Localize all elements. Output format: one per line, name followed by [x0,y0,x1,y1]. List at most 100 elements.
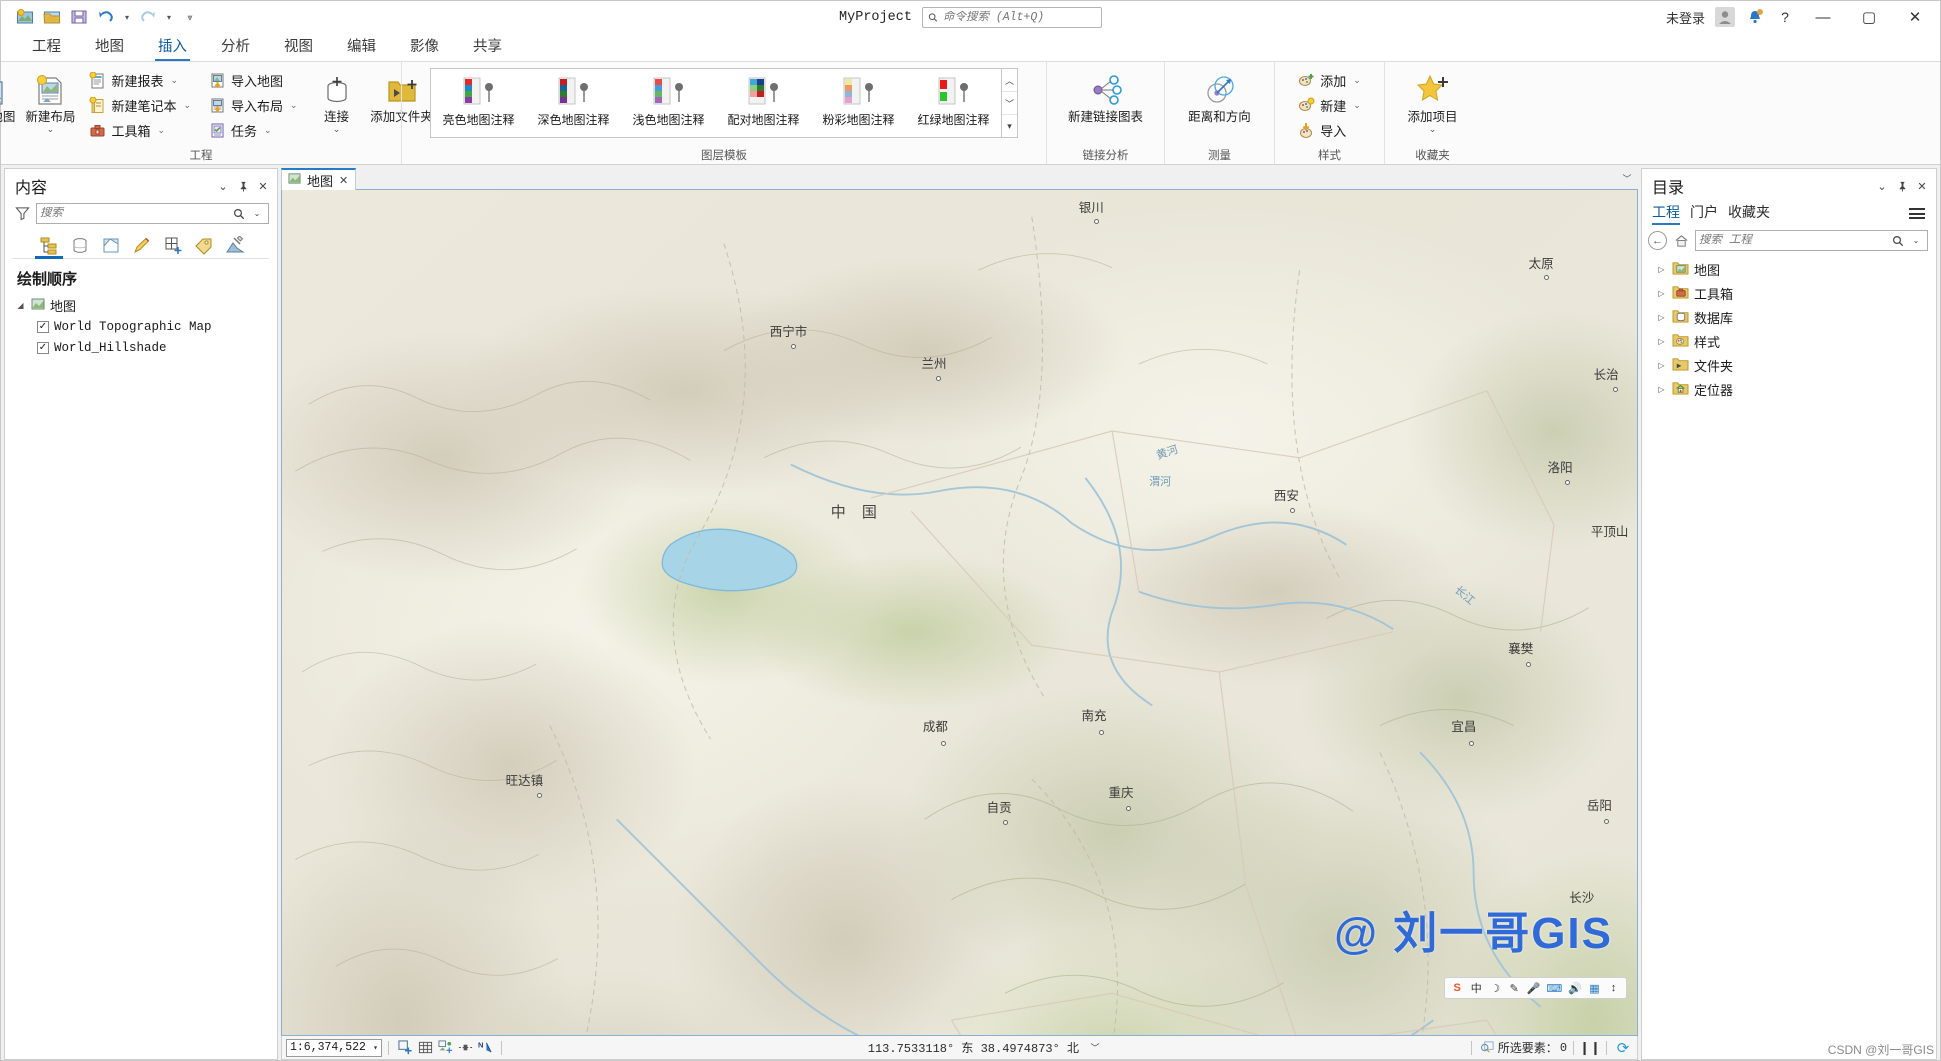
ime-mic-icon[interactable]: 🎤 [1527,982,1541,995]
north-arrow-icon[interactable]: N [475,1039,495,1057]
contents-search-input[interactable] [40,207,229,220]
toolbox-button[interactable]: 工具箱 ⌄ [85,119,195,142]
tab-bianji[interactable]: 编辑 [330,32,393,61]
new-layout-caret-icon[interactable]: ⌄ [47,125,55,134]
grid-icon[interactable] [415,1039,435,1057]
gallery-item-redgreen[interactable]: 红绿地图注释 [906,72,1001,128]
expand-chevron-icon[interactable]: ▷ [1656,289,1667,298]
connection-button[interactable]: 连接 ⌄ [312,67,362,134]
catalog-item-databases[interactable]: ▷ 数据库 [1642,305,1936,329]
minimize-button[interactable]: — [1802,2,1844,33]
catalog-search-dropdown-icon[interactable]: ⌄ [1908,233,1924,249]
catalog-item-maps[interactable]: ▷ 地图 [1642,257,1936,281]
style-new-button[interactable]: 新建 ⌄ [1294,94,1365,117]
command-search-input[interactable] [942,10,1096,24]
scale-dropdown-icon[interactable]: ▾ [373,1043,378,1053]
catalog-tab-favorites[interactable]: 收藏夹 [1728,202,1770,225]
import-map-button[interactable]: 导入地图 [205,69,302,92]
new-report-caret-icon[interactable]: ⌄ [170,75,178,86]
style-import-button[interactable]: 导入 [1294,119,1365,142]
catalog-tab-project[interactable]: 工程 [1652,202,1680,225]
catalog-item-toolboxes[interactable]: ▷ 工具箱 [1642,281,1936,305]
catalog-search-box[interactable]: ⌄ [1695,230,1928,251]
contents-close-icon[interactable]: ✕ [255,178,271,194]
new-report-button[interactable]: 新建报表 ⌄ [85,69,195,92]
ime-moon-icon[interactable]: ☽ [1489,982,1502,995]
ime-lang-icon[interactable]: 中 [1470,980,1483,996]
layer-checkbox-1[interactable]: ✓ [37,341,49,354]
open-project-icon[interactable] [40,5,64,29]
style-add-caret-icon[interactable]: ⌄ [1353,75,1361,86]
list-by-data-source-tab[interactable] [66,232,94,258]
user-avatar-icon[interactable] [1712,4,1738,30]
new-link-chart-button[interactable]: 新建链接图表 [1056,67,1156,124]
catalog-menu-icon[interactable] [1906,205,1928,222]
layer-checkbox-0[interactable]: ✓ [37,320,49,333]
contents-search-box[interactable]: ⌄ [36,203,269,224]
contents-search-dropdown-icon[interactable]: ⌄ [249,206,265,222]
map-document-tab[interactable]: 地图 ✕ [281,168,357,190]
measure-icon[interactable] [455,1039,475,1057]
ime-keyboard-icon[interactable]: ⌨ [1546,982,1562,995]
infographic-icon[interactable] [435,1039,455,1057]
catalog-item-styles[interactable]: ▷ 样式 [1642,329,1936,353]
ime-pen-icon[interactable]: ✎ [1508,982,1521,995]
undo-dropdown-icon[interactable]: ▾ [121,5,133,29]
toolbox-caret-icon[interactable]: ⌄ [157,125,165,136]
style-new-caret-icon[interactable]: ⌄ [1353,100,1361,111]
maximize-button[interactable]: ▢ [1848,2,1890,33]
ime-sogou-icon[interactable]: S [1451,982,1464,994]
catalog-search-input[interactable] [1699,234,1888,247]
map-tab-close-icon[interactable]: ✕ [339,174,348,187]
distance-direction-button[interactable]: 距离和方向 [1172,67,1268,124]
help-icon[interactable]: ? [1772,4,1798,30]
catalog-back-icon[interactable]: ← [1648,231,1667,250]
expand-chevron-icon[interactable]: ◢ [15,301,26,310]
new-layout-button[interactable]: 新建布局 ⌄ [20,67,80,134]
redo-icon[interactable] [136,5,160,29]
tab-shitu[interactable]: 视图 [267,32,330,61]
list-by-snapping-tab[interactable] [159,232,187,258]
catalog-search-icon[interactable] [1890,233,1906,249]
contents-layer-row-0[interactable]: ✓ World Topographic Map [5,316,277,337]
catalog-menu-chevron-down-icon[interactable]: ⌄ [1874,178,1890,194]
expand-chevron-icon[interactable]: ▷ [1656,385,1667,394]
expand-chevron-icon[interactable]: ▷ [1656,313,1667,322]
tab-charu[interactable]: 插入 [141,32,204,61]
tab-ditu[interactable]: 地图 [78,32,141,61]
expand-chevron-icon[interactable]: ▷ [1656,361,1667,370]
gallery-scroll-down-icon[interactable]: ﹀ [1002,92,1017,115]
tab-yingxiang[interactable]: 影像 [393,32,456,61]
add-favorite-button[interactable]: 添加项目 ⌄ [1393,67,1473,134]
list-by-selection-tab[interactable] [97,232,125,258]
catalog-item-folders[interactable]: ▷ 文件夹 [1642,353,1936,377]
undo-icon[interactable] [94,5,118,29]
gallery-item-paired[interactable]: 配对地图注释 [716,72,811,128]
new-map-button[interactable]: 新建地图 ⌄ [0,67,20,133]
refresh-button[interactable]: ⟳ [1613,1039,1633,1057]
expand-chevron-icon[interactable]: ▷ [1656,265,1667,274]
add-favorite-caret-icon[interactable]: ⌄ [1429,125,1437,134]
task-button[interactable]: 任务 ⌄ [205,119,302,142]
import-layout-caret-icon[interactable]: ⌄ [290,100,298,111]
redo-dropdown-icon[interactable]: ▾ [163,5,175,29]
catalog-pin-icon[interactable] [1894,178,1910,194]
contents-search-icon[interactable] [231,206,247,222]
close-button[interactable]: ✕ [1894,2,1936,33]
gallery-scroll-up-icon[interactable]: ︿ [1002,69,1017,92]
save-project-icon[interactable] [67,5,91,29]
list-by-labeling-tab[interactable] [190,232,218,258]
list-by-draw-order-tab[interactable] [35,232,63,259]
catalog-home-icon[interactable] [1671,231,1691,250]
gallery-item-pastel[interactable]: 粉彩地图注释 [811,72,906,128]
gallery-item-dark[interactable]: 深色地图注释 [526,72,621,128]
select-by-rectangle-icon[interactable] [395,1039,415,1057]
list-by-editing-tab[interactable] [128,232,156,258]
coordinates-dropdown-icon[interactable]: ﹀ [1085,1039,1105,1057]
new-project-icon[interactable] [13,5,37,29]
contents-layer-row-1[interactable]: ✓ World_Hillshade [5,337,277,358]
tab-gongcheng[interactable]: 工程 [15,32,78,61]
connection-caret-icon[interactable]: ⌄ [333,125,341,134]
gallery-item-bright[interactable]: 亮色地图注释 [431,72,526,128]
catalog-item-locators[interactable]: ▷ 定位器 [1642,377,1936,401]
